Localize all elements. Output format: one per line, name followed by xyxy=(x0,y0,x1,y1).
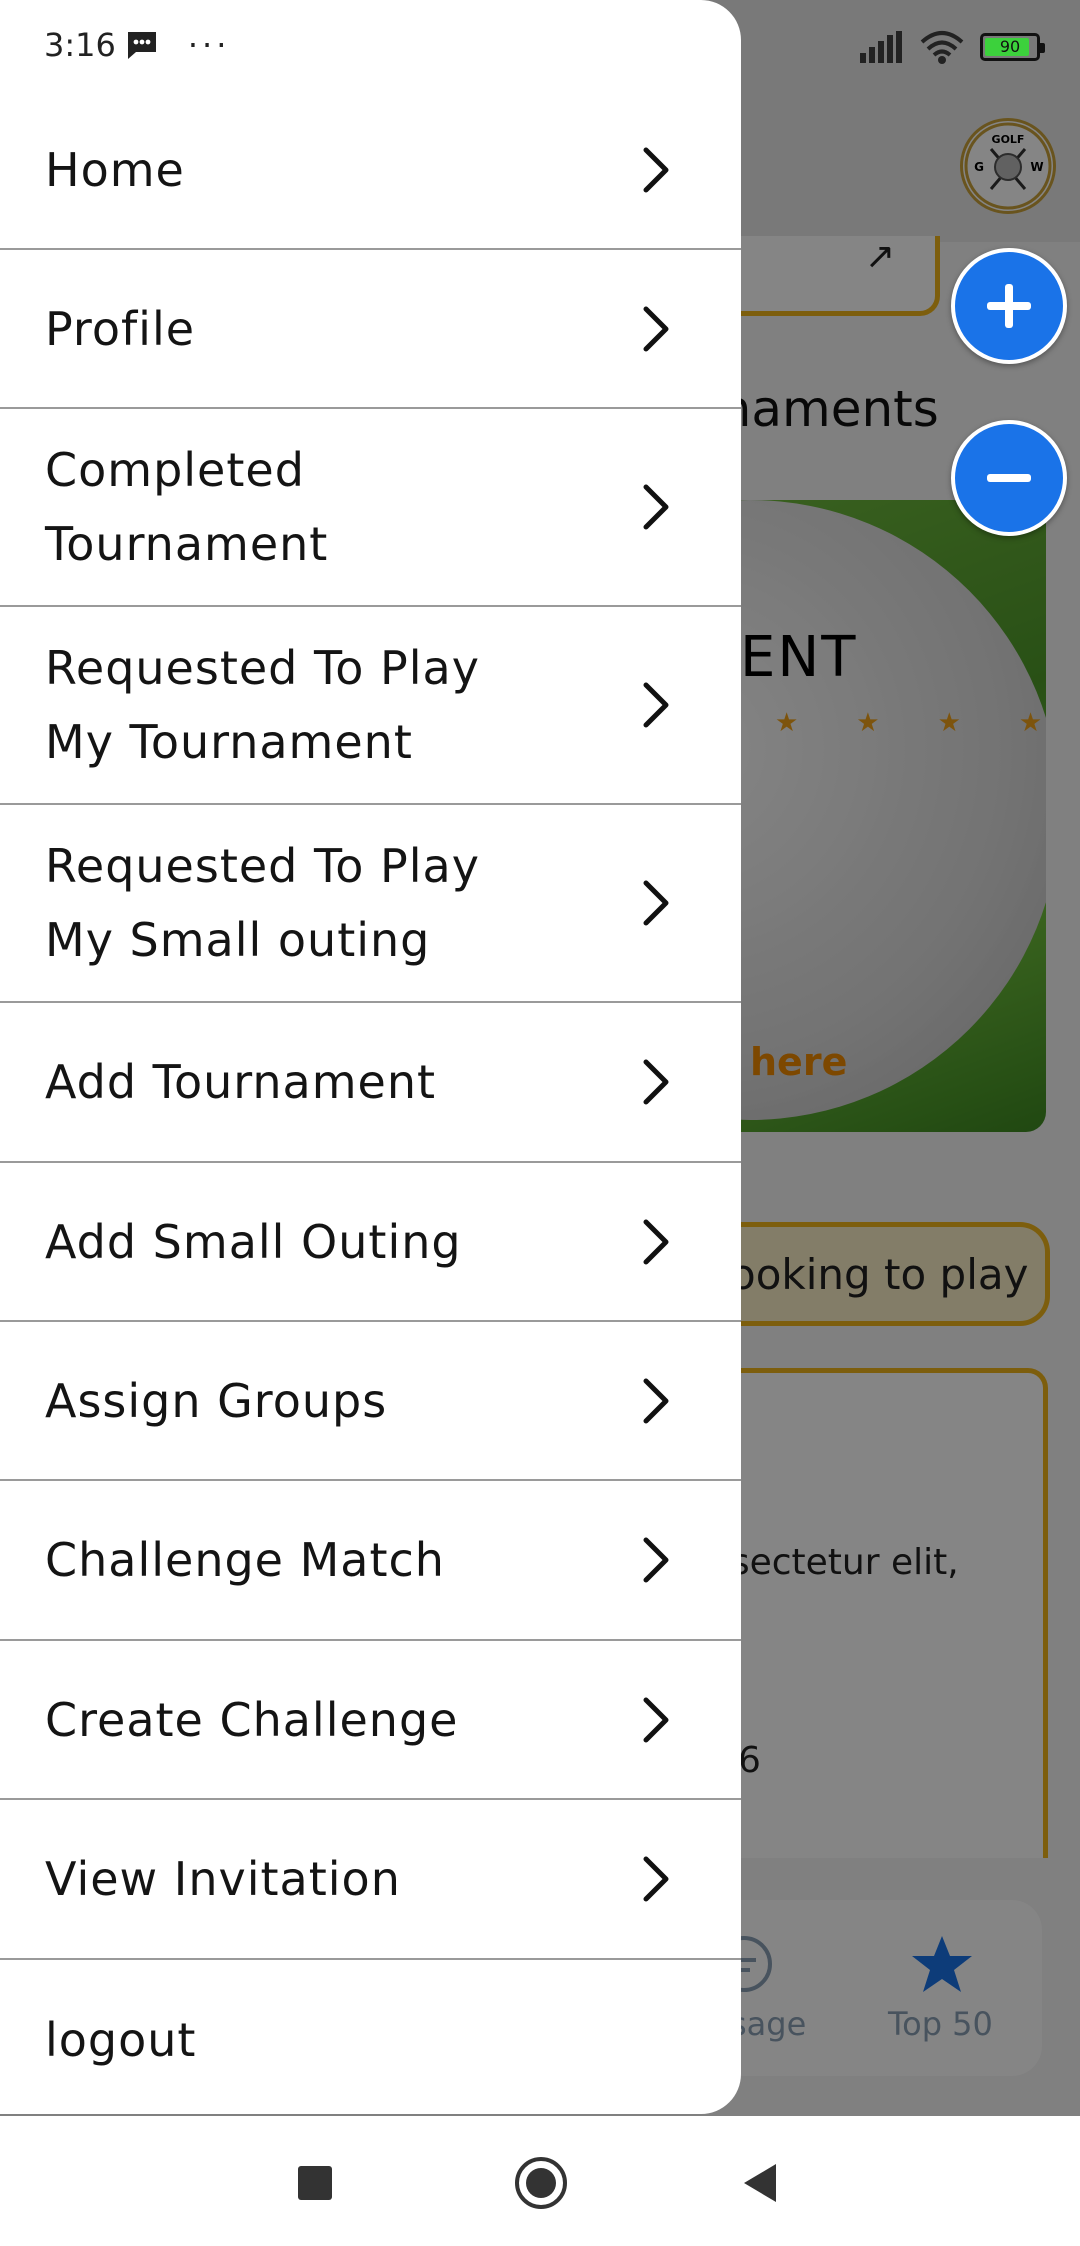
back-button[interactable] xyxy=(744,2164,776,2202)
wifi-icon xyxy=(920,31,964,64)
menu-item-label: Completed Tournament xyxy=(45,443,329,571)
system-navigation-bar xyxy=(0,2116,1080,2246)
chevron-right-icon xyxy=(643,484,669,530)
zoom-out-button[interactable] xyxy=(951,420,1067,536)
menu-item-logout[interactable]: logout xyxy=(0,1960,741,2114)
menu-item-label: Home xyxy=(45,143,185,197)
chevron-right-icon xyxy=(643,1856,669,1902)
status-time: 3:16 xyxy=(44,26,116,64)
menu-item-assign-groups[interactable]: Assign Groups xyxy=(0,1322,741,1481)
recents-button[interactable] xyxy=(298,2166,332,2200)
status-icons: 90 xyxy=(860,30,1045,64)
battery-icon: 90 xyxy=(980,33,1045,61)
home-button[interactable] xyxy=(515,2157,567,2209)
chevron-right-icon xyxy=(643,1378,669,1423)
battery-level: 90 xyxy=(999,37,1021,56)
minus-icon xyxy=(987,474,1031,482)
chevron-right-icon xyxy=(643,1537,669,1583)
menu-item-label: Requested To Play My Small outing xyxy=(45,839,480,967)
menu-item-view-invitation[interactable]: View Invitation xyxy=(0,1800,741,1960)
menu-item-profile[interactable]: Profile xyxy=(0,250,741,409)
status-bar-left: 3:16 ··· xyxy=(44,26,230,64)
zoom-in-button[interactable] xyxy=(951,248,1067,364)
chevron-right-icon xyxy=(643,1219,669,1264)
navigation-drawer: 3:16 ··· Home Profile Completed Tourname… xyxy=(0,0,741,2114)
menu-item-label: Add Small Outing xyxy=(45,1214,462,1269)
plus-icon xyxy=(987,284,1031,328)
sms-notification-icon xyxy=(127,32,156,59)
menu-item-label: Create Challenge xyxy=(45,1692,459,1747)
menu-item-label: Add Tournament xyxy=(45,1055,437,1109)
menu-item-label: Assign Groups xyxy=(45,1373,388,1428)
chevron-right-icon xyxy=(643,306,669,351)
menu-item-add-small-outing[interactable]: Add Small Outing xyxy=(0,1163,741,1322)
chevron-right-icon xyxy=(643,880,669,926)
menu-item-challenge-match[interactable]: Challenge Match xyxy=(0,1481,741,1641)
menu-item-home[interactable]: Home xyxy=(0,92,741,250)
menu-item-label: Profile xyxy=(45,301,196,356)
menu-item-label: Challenge Match xyxy=(45,1533,445,1587)
chevron-right-icon xyxy=(643,1697,669,1742)
menu-item-label: Requested To Play My Tournament xyxy=(45,641,480,769)
menu-item-requested-tournament[interactable]: Requested To Play My Tournament xyxy=(0,607,741,805)
menu-item-label: logout xyxy=(45,2013,197,2067)
menu-item-create-challenge[interactable]: Create Challenge xyxy=(0,1641,741,1800)
menu-item-requested-small-outing[interactable]: Requested To Play My Small outing xyxy=(0,805,741,1003)
chevron-right-icon xyxy=(643,147,669,193)
menu-item-completed-tournament[interactable]: Completed Tournament xyxy=(0,409,741,607)
signal-icon xyxy=(860,31,902,63)
menu-item-label: View Invitation xyxy=(45,1852,401,1906)
chevron-right-icon xyxy=(643,1059,669,1105)
menu-item-add-tournament[interactable]: Add Tournament xyxy=(0,1003,741,1163)
more-notifications-icon: ··· xyxy=(187,26,231,64)
chevron-right-icon xyxy=(643,682,669,728)
